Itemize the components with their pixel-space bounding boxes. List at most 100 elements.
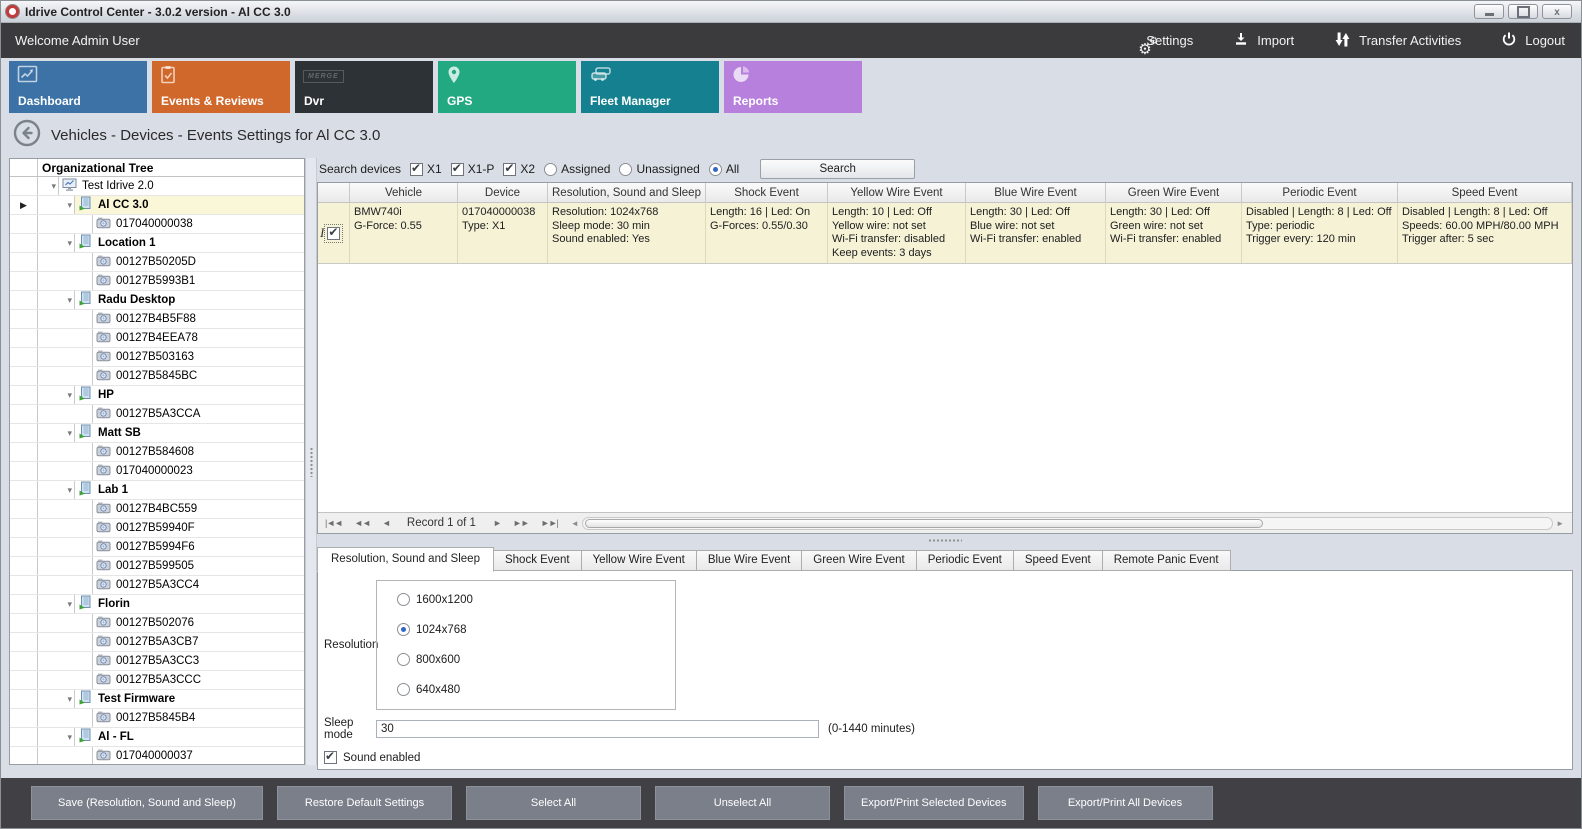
vertical-splitter[interactable] [305, 158, 317, 765]
radio-icon[interactable] [397, 683, 410, 696]
sound-enabled-checkbox[interactable]: Sound enabled [324, 751, 1572, 764]
tree-item-00127b50205d[interactable]: 00127B50205D [10, 253, 304, 272]
tree-item-hp[interactable]: ▾HP [10, 386, 304, 405]
tree-item-00127b5a3ccc[interactable]: 00127B5A3CCC [10, 671, 304, 690]
tab-periodic-event[interactable]: Periodic Event [916, 550, 1014, 571]
resolution-radio-640x480[interactable]: 640x480 [397, 683, 675, 696]
tree-item-radu-desktop[interactable]: ▾Radu Desktop [10, 291, 304, 310]
maximize-icon[interactable] [1508, 4, 1538, 19]
expand-collapse-icon[interactable]: ▾ [67, 599, 72, 610]
prev-page-icon[interactable]: ◄◄ [351, 518, 373, 528]
filter-radio-all[interactable]: All [709, 162, 739, 176]
radio-icon[interactable] [709, 163, 722, 176]
tile-fleet-manager[interactable]: Fleet Manager [581, 61, 719, 113]
expand-collapse-icon[interactable]: ▾ [67, 732, 72, 743]
tree-item-00127b599505[interactable]: 00127B599505 [10, 557, 304, 576]
column-header-resolution-sound-and-sleep[interactable]: Resolution, Sound and Sleep [548, 183, 706, 202]
tree-item-florin[interactable]: ▾Florin [10, 595, 304, 614]
tab-remote-panic-event[interactable]: Remote Panic Event [1102, 550, 1231, 571]
resolution-radio-800x600[interactable]: 800x600 [397, 653, 675, 666]
column-header-blue-wire-event[interactable]: Blue Wire Event [966, 183, 1106, 202]
close-icon[interactable] [1542, 4, 1572, 19]
scroll-left-icon[interactable]: ◄ [571, 519, 579, 528]
expand-collapse-icon[interactable]: ▾ [67, 295, 72, 306]
tree-item-00127b5994f6[interactable]: 00127B5994F6 [10, 538, 304, 557]
last-record-icon[interactable]: ►►| [538, 518, 561, 528]
prev-record-icon[interactable]: ◄ [379, 518, 393, 528]
settings-button[interactable]: ⚙⚙Settings [1138, 33, 1193, 48]
scroll-right-icon[interactable]: ► [1556, 519, 1564, 528]
tree-item-00127b4bc559[interactable]: 00127B4BC559 [10, 500, 304, 519]
column-header-green-wire-event[interactable]: Green Wire Event [1106, 183, 1242, 202]
resolution-radio-1600x1200[interactable]: 1600x1200 [397, 593, 675, 606]
tree-item-00127b4eea78[interactable]: 00127B4EEA78 [10, 329, 304, 348]
resolution-radio-1024x768[interactable]: 1024x768 [397, 623, 675, 636]
tab-blue-wire-event[interactable]: Blue Wire Event [696, 550, 802, 571]
select-all-button[interactable]: Select All [466, 786, 641, 820]
transfer-activities-button[interactable]: Transfer Activities [1334, 31, 1461, 51]
tree-item-test-idrive-2-0[interactable]: ▾Test Idrive 2.0 [10, 177, 304, 196]
tree-item-00127b502076[interactable]: 00127B502076 [10, 614, 304, 633]
checkbox-icon[interactable] [503, 163, 516, 176]
tree-item-lab-1[interactable]: ▾Lab 1 [10, 481, 304, 500]
column-header-yellow-wire-event[interactable]: Yellow Wire Event [828, 183, 966, 202]
filter-checkbox-x2[interactable]: X2 [503, 162, 535, 176]
restore-default-settings-button[interactable]: Restore Default Settings [277, 786, 452, 820]
tree-item-00127b5a3cca[interactable]: 00127B5A3CCA [10, 405, 304, 424]
radio-icon[interactable] [619, 163, 632, 176]
filter-radio-assigned[interactable]: Assigned [544, 162, 610, 176]
filter-checkbox-x1[interactable]: X1 [410, 162, 442, 176]
tree-item-017040000023[interactable]: 017040000023 [10, 462, 304, 481]
tree-item-00127b5a3cc3[interactable]: 00127B5A3CC3 [10, 652, 304, 671]
expand-collapse-icon[interactable]: ▾ [67, 428, 72, 439]
tree-item-017040000038[interactable]: 017040000038 [10, 215, 304, 234]
radio-icon[interactable] [397, 593, 410, 606]
tab-speed-event[interactable]: Speed Event [1013, 550, 1103, 571]
tab-yellow-wire-event[interactable]: Yellow Wire Event [581, 550, 697, 571]
tile-gps[interactable]: GPS [438, 61, 576, 113]
grid-data-row[interactable]: IBMW740iG-Force: 0.55017040000038Type: X… [318, 203, 1572, 264]
tree-item-00127b584608[interactable]: 00127B584608 [10, 443, 304, 462]
save-resolution-sound-and-sleep--button[interactable]: Save (Resolution, Sound and Sleep) [31, 786, 263, 820]
tree-item-matt-sb[interactable]: ▾Matt SB [10, 424, 304, 443]
tree-item-al-cc-3-0[interactable]: ▶▾Al CC 3.0 [10, 196, 304, 215]
row-checkbox[interactable] [327, 227, 340, 240]
checkbox-icon[interactable] [324, 751, 337, 764]
tile-dashboard[interactable]: Dashboard [9, 61, 147, 113]
search-button[interactable]: Search [760, 159, 915, 179]
next-page-icon[interactable]: ►► [510, 518, 532, 528]
tab-shock-event[interactable]: Shock Event [493, 550, 582, 571]
column-header-vehicle[interactable]: Vehicle [350, 183, 458, 202]
expand-collapse-icon[interactable]: ▾ [67, 694, 72, 705]
tab-green-wire-event[interactable]: Green Wire Event [801, 550, 916, 571]
tree-item-00127b59940f[interactable]: 00127B59940F [10, 519, 304, 538]
tree-item-00127b5a3cb7[interactable]: 00127B5A3CB7 [10, 633, 304, 652]
back-icon[interactable] [13, 119, 41, 152]
radio-icon[interactable] [397, 653, 410, 666]
scrollbar-thumb[interactable] [585, 519, 1264, 528]
filter-radio-unassigned[interactable]: Unassigned [619, 162, 699, 176]
logout-button[interactable]: Logout [1501, 31, 1565, 50]
import-button[interactable]: Import [1233, 31, 1294, 50]
export-print-all-devices-button[interactable]: Export/Print All Devices [1038, 786, 1213, 820]
tile-reports[interactable]: Reports [724, 61, 862, 113]
tree-item-00127b4b5f88[interactable]: 00127B4B5F88 [10, 310, 304, 329]
tree-item-al-fl[interactable]: ▾Al - FL [10, 728, 304, 747]
expand-collapse-icon[interactable]: ▾ [67, 485, 72, 496]
minimize-icon[interactable] [1474, 4, 1504, 19]
tree-item-test-firmware[interactable]: ▾Test Firmware [10, 690, 304, 709]
tab-resolution-sound-and-sleep[interactable]: Resolution, Sound and Sleep [317, 547, 494, 572]
column-header-device[interactable]: Device [458, 183, 548, 202]
tree-item-00127b5845bc[interactable]: 00127B5845BC [10, 367, 304, 386]
checkbox-icon[interactable] [410, 163, 423, 176]
unselect-all-button[interactable]: Unselect All [655, 786, 830, 820]
radio-icon[interactable] [397, 623, 410, 636]
tree-item-00127b5845b4[interactable]: 00127B5845B4 [10, 709, 304, 728]
column-header-shock-event[interactable]: Shock Event [706, 183, 828, 202]
tree-item-location-1[interactable]: ▾Location 1 [10, 234, 304, 253]
tree-item-017040000037[interactable]: 017040000037 [10, 747, 304, 765]
expand-collapse-icon[interactable]: ▾ [67, 390, 72, 401]
grid-horizontal-scrollbar[interactable]: ◄ ► [571, 516, 1564, 530]
first-record-icon[interactable]: |◄◄ [322, 518, 345, 528]
tree-item-00127b5a3cc4[interactable]: 00127B5A3CC4 [10, 576, 304, 595]
